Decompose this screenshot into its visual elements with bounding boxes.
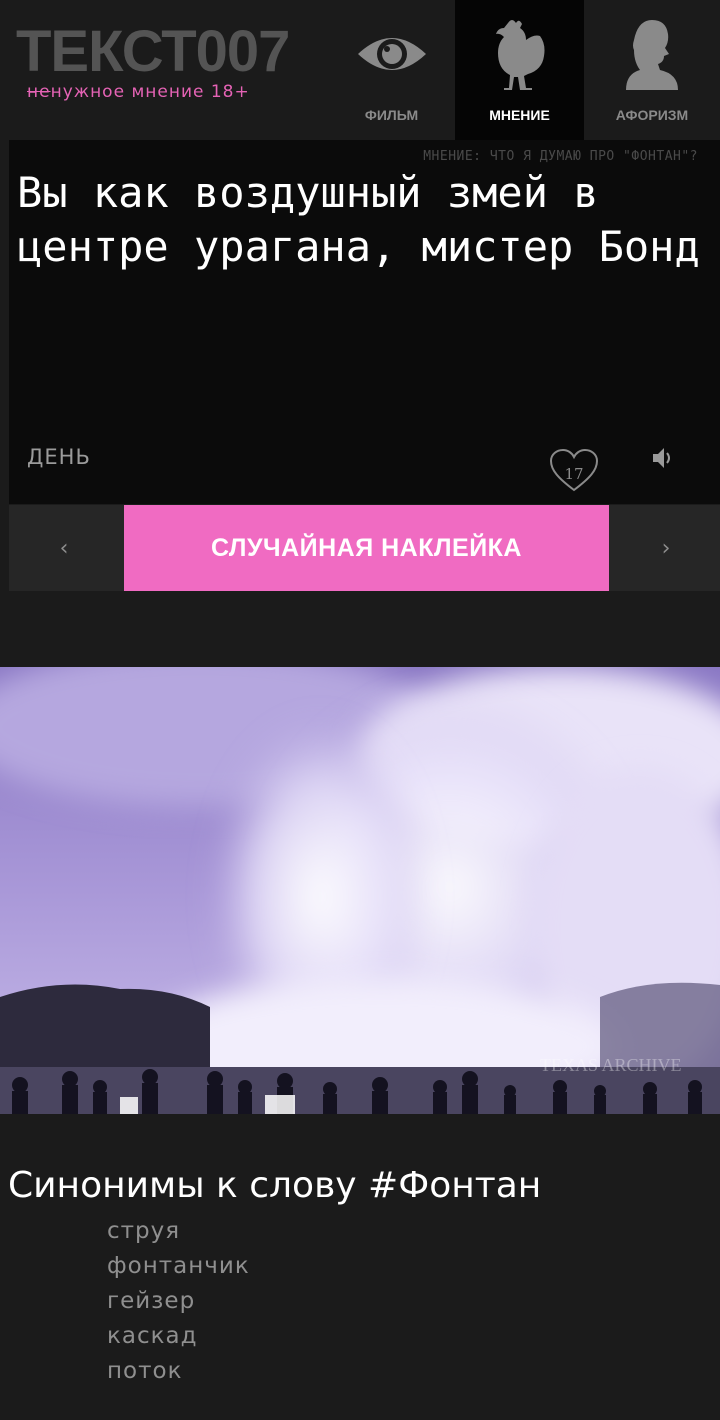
nav-tab-aphorism-label: АФОРИЗМ (615, 107, 689, 123)
nav-tab-opinion-label: МНЕНИЕ (489, 107, 550, 123)
chicken-icon (455, 14, 584, 94)
synonym-item[interactable]: гейзер (107, 1284, 250, 1319)
day-label: ДЕНЬ (27, 445, 91, 469)
next-button[interactable]: › (626, 505, 706, 591)
site-logo[interactable]: ТЕКСТ007 (16, 22, 290, 82)
quote-text: Вы как воздушный змей в центре урагана, … (17, 168, 700, 271)
speaker-icon[interactable] (650, 445, 676, 471)
profile-bust-icon (584, 14, 720, 94)
opinion-card: МНЕНИЕ: ЧТО Я ДУМАЮ ПРО "ФОНТАН"? Вы как… (9, 140, 720, 504)
eye-icon (328, 14, 455, 94)
site-header: ТЕКСТ007 ненужное мнение 18+ ФИЛЬМ МНЕНИ… (0, 0, 720, 140)
synonym-item[interactable]: струя (107, 1214, 250, 1249)
tagline-text: нужное мнение 18+ (50, 82, 250, 102)
geyser-photo: TEXAS ARCHIVE (0, 667, 720, 1114)
synonym-item[interactable]: фонтанчик (107, 1249, 250, 1284)
like-button[interactable]: 17 (548, 448, 600, 494)
prev-button[interactable]: ‹ (24, 505, 104, 591)
nav-tab-film[interactable]: ФИЛЬМ (328, 0, 455, 140)
likes-count: 17 (564, 465, 584, 483)
tagline-strike: не (27, 82, 51, 102)
nav-tab-aphorism[interactable]: АФОРИЗМ (584, 0, 720, 140)
site-tagline: ненужное мнение 18+ (27, 82, 250, 102)
synonyms-title: Синонимы к слову #Фонтан (8, 1165, 542, 1206)
synonyms-list: струя фонтанчик гейзер каскад поток (107, 1214, 250, 1389)
random-sticker-button[interactable]: СЛУЧАЙНАЯ НАКЛЕЙКА (124, 505, 609, 591)
photo-watermark: TEXAS ARCHIVE (540, 1055, 682, 1075)
synonym-item[interactable]: поток (107, 1354, 250, 1389)
nav-tab-opinion[interactable]: МНЕНИЕ (455, 0, 584, 140)
sticker-navigation: ‹ СЛУЧАЙНАЯ НАКЛЕЙКА › (9, 505, 720, 591)
card-caption: МНЕНИЕ: ЧТО Я ДУМАЮ ПРО "ФОНТАН"? (423, 149, 698, 164)
synonym-item[interactable]: каскад (107, 1319, 250, 1354)
nav-tab-film-label: ФИЛЬМ (364, 107, 419, 123)
